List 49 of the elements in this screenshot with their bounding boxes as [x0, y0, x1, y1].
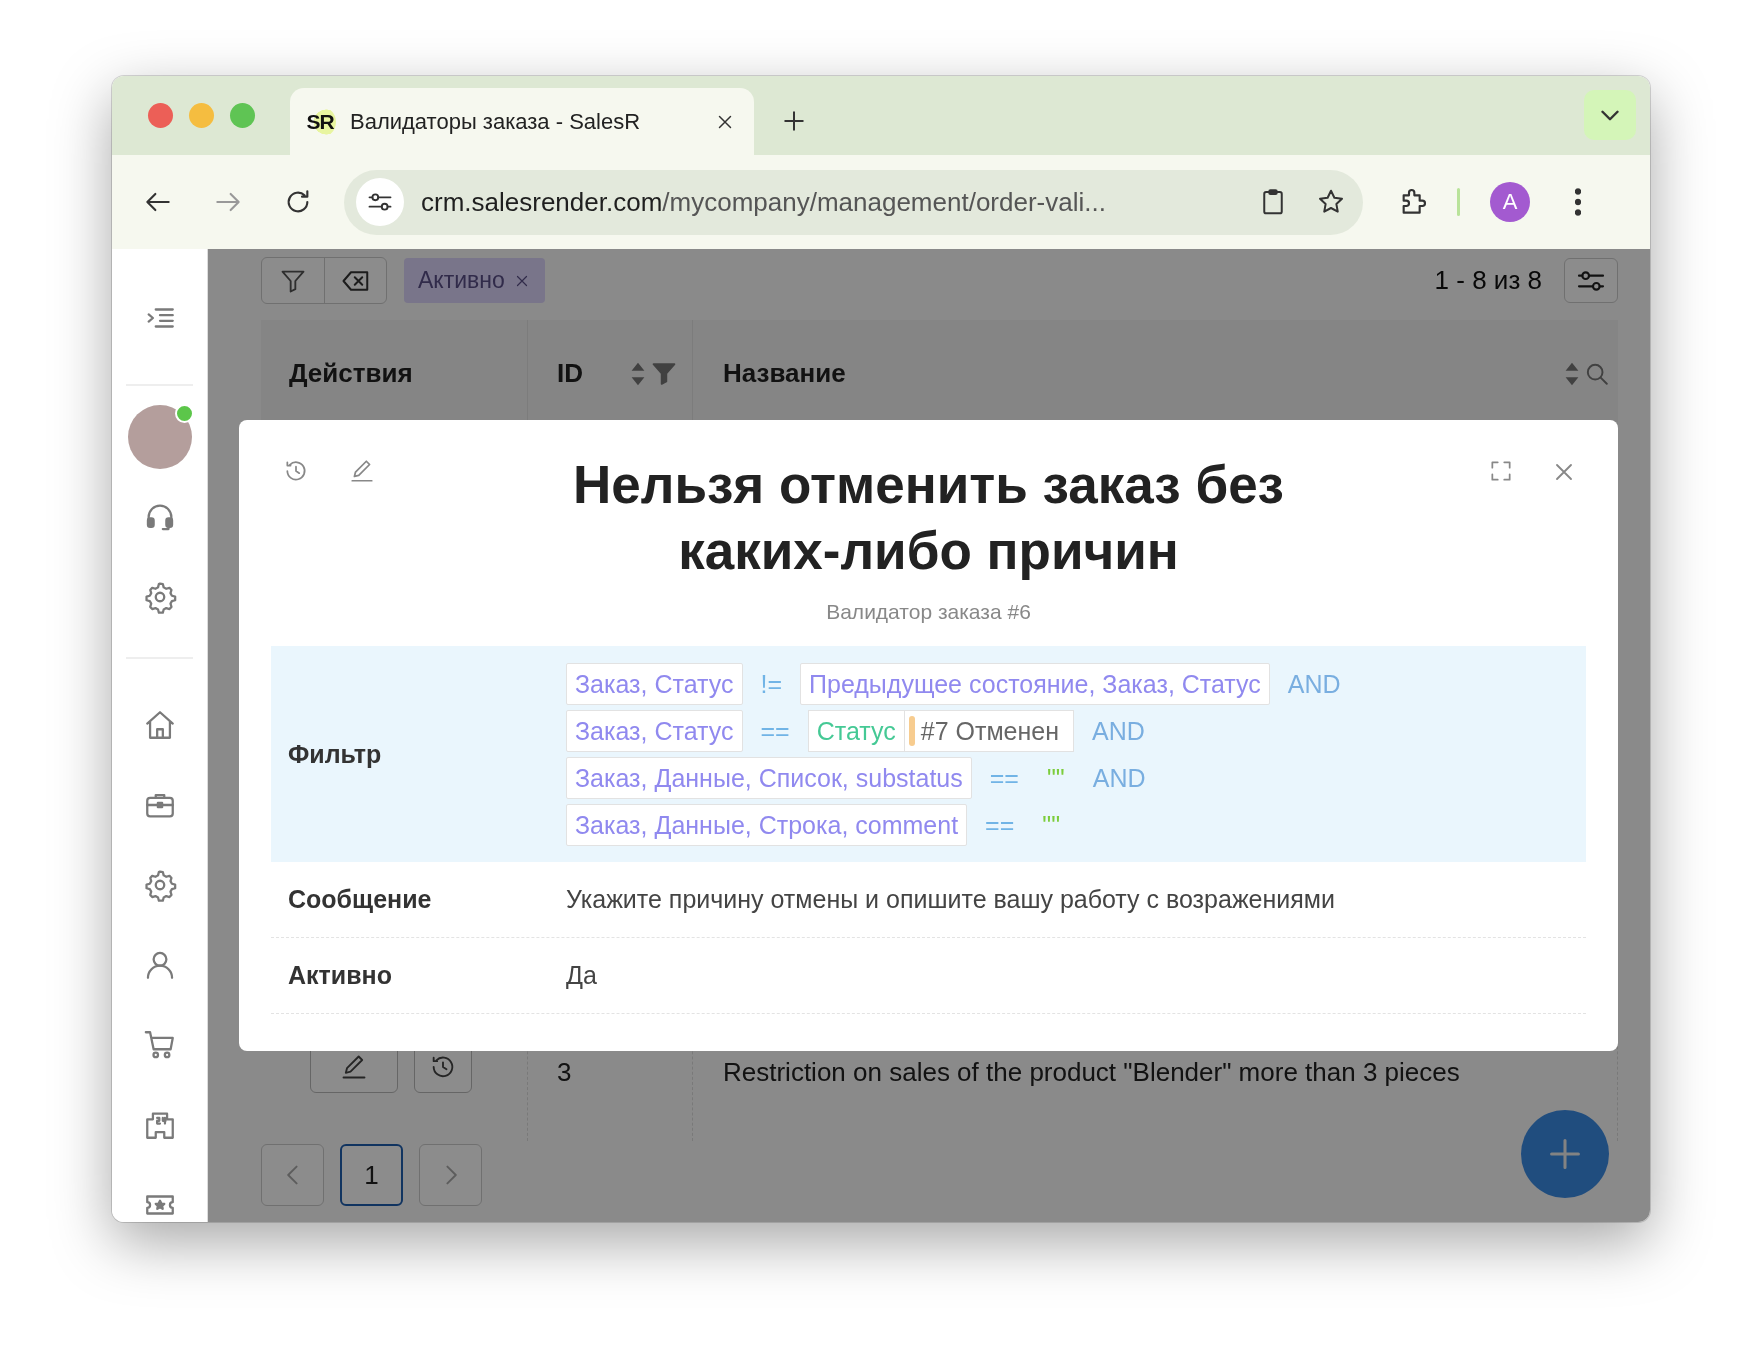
status-token: Статус #7 Отменен	[807, 709, 1074, 752]
url-text: crm.salesrender.com/mycompany/management/order-vali...	[421, 186, 1107, 218]
table-cell: 3	[557, 1056, 572, 1088]
chevron-right-icon	[444, 1164, 457, 1186]
field-value: Укажите причину отмены и опишите вашу работу с возражениями	[566, 885, 1335, 914]
search-icon[interactable]	[1586, 362, 1608, 385]
tab-title: Валидаторы заказа - SalesR	[350, 108, 642, 135]
column-header[interactable]: ID	[557, 358, 583, 389]
column-header[interactable]: Действия	[289, 358, 413, 389]
table-cell: Restriction on sales of the product "Blender" more than 3 pieces	[723, 1056, 1460, 1088]
logic-operator: AND	[1287, 668, 1341, 700]
chevron-down-icon	[1601, 109, 1619, 121]
field-label: Сообщение	[287, 885, 433, 914]
address-bar[interactable]: crm.salesrender.com/mycompany/management/order-vali...	[344, 169, 1363, 235]
field-token: Заказ, Данные, Строка, comment	[566, 803, 968, 846]
field-label: Активно	[287, 961, 393, 990]
browser-tab[interactable]: SR Валидаторы заказа - SalesR	[290, 88, 754, 155]
modal-title: Нельзя отменить заказ без каких-либо причин	[572, 454, 1285, 582]
pencil-icon	[340, 1053, 368, 1081]
string-value: ""	[1041, 809, 1062, 841]
logic-operator: AND	[1092, 715, 1145, 747]
modal-subtitle: Валидатор заказа #6	[825, 600, 1032, 624]
table-settings-button[interactable]	[1564, 258, 1618, 303]
column-header[interactable]: Название	[723, 358, 846, 389]
field-value: Да	[566, 961, 597, 990]
profile-button[interactable]: A	[1490, 182, 1530, 222]
operator: ==	[985, 809, 1015, 841]
operator: !=	[760, 668, 783, 700]
operator: ==	[989, 762, 1019, 794]
pencil-icon	[349, 458, 375, 484]
string-value: ""	[1045, 762, 1066, 794]
expand-icon	[1488, 458, 1514, 484]
close-window-button[interactable]	[148, 103, 173, 128]
more-vertical-icon	[1575, 188, 1581, 216]
operator: ==	[760, 715, 790, 747]
filter-chip[interactable]: Активно	[404, 258, 545, 303]
logic-operator: AND	[1092, 762, 1146, 794]
site-info-button[interactable]	[356, 178, 404, 226]
pagination-range: 1 - 8 из 8	[1434, 265, 1542, 296]
field-token: Предыдущее состояние, Заказ, Статус	[800, 662, 1270, 705]
settings-icon	[142, 868, 177, 902]
field-token: Заказ, Статус	[566, 662, 743, 705]
settings-icon	[142, 580, 177, 614]
page-button[interactable]: 1	[340, 1144, 403, 1206]
chevron-left-icon	[286, 1164, 299, 1186]
field-token: Заказ, Данные, Список, substatus	[566, 756, 972, 799]
filter-icon[interactable]	[652, 362, 676, 385]
field-label: Фильтр	[287, 739, 383, 769]
field-token: Заказ, Статус	[566, 709, 743, 752]
